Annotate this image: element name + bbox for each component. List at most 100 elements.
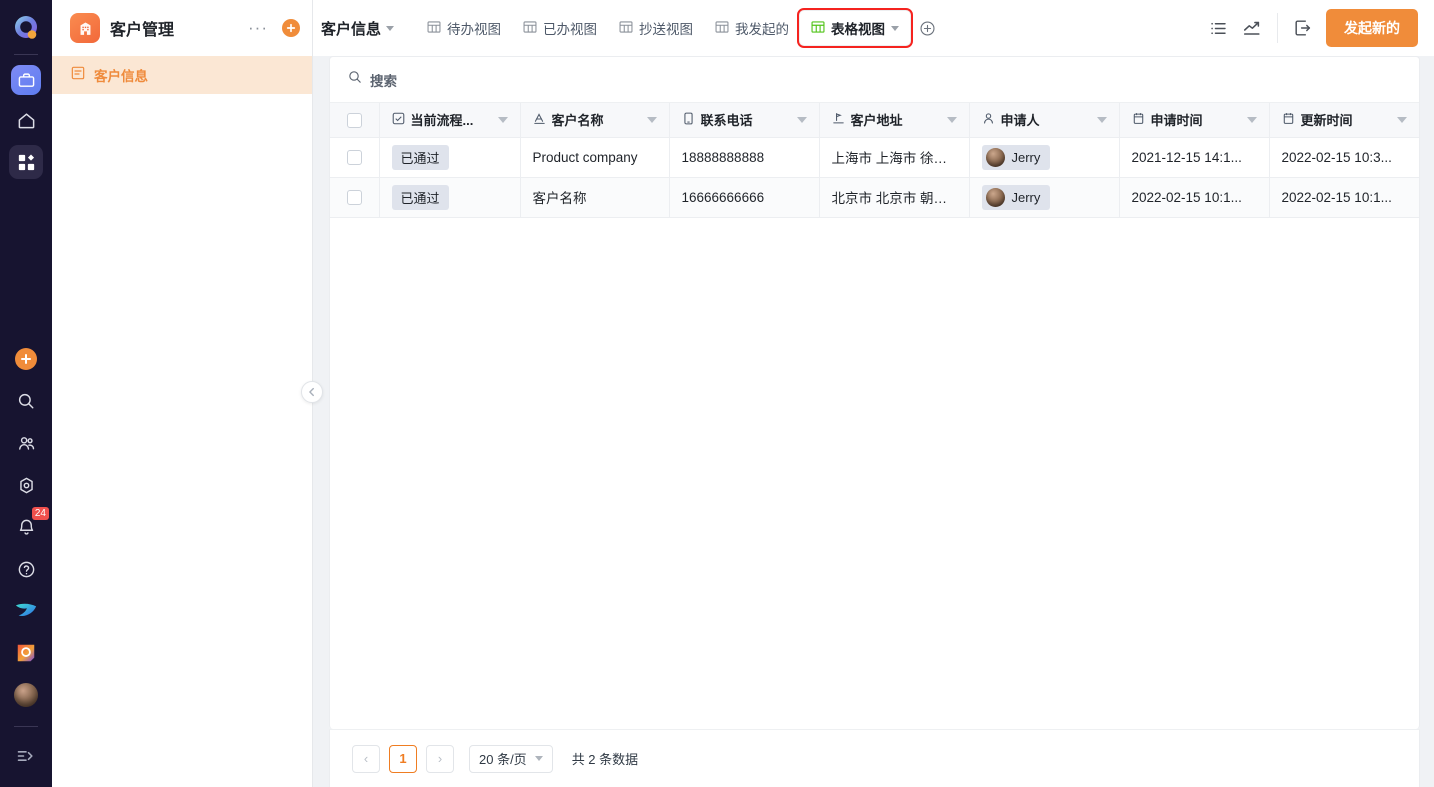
list-view-icon[interactable] — [1201, 11, 1235, 45]
table-icon — [427, 20, 441, 37]
tab-done-view[interactable]: 已办视图 — [512, 11, 608, 45]
tab-label: 待办视图 — [447, 22, 502, 37]
contacts-icon[interactable] — [9, 426, 43, 460]
tab-table-view[interactable]: 表格视图 — [797, 8, 914, 48]
tab-my-initiated[interactable]: 我发起的 — [704, 11, 800, 45]
column-filter-icon[interactable] — [946, 116, 957, 123]
column-header-address[interactable]: 客户地址 — [819, 103, 970, 138]
search-bar[interactable]: 搜索 — [330, 57, 1419, 103]
pagination-bar: ‹ 1 › 20 条/页 共 2 条数据 — [329, 729, 1420, 787]
person-chip: Jerry — [981, 184, 1051, 210]
expand-rail-icon[interactable] — [9, 739, 43, 773]
sidebar-item-label: 客户信息 — [94, 69, 148, 84]
column-filter-icon[interactable] — [1096, 116, 1107, 123]
search-icon[interactable] — [9, 384, 43, 418]
cell-phone: 18888888888 — [669, 137, 820, 178]
avatar — [985, 187, 1005, 207]
address-field-icon — [832, 112, 845, 128]
cell-update-time: 2022-02-15 10:1... — [1269, 177, 1419, 218]
cell-address: 上海市 上海市 徐汇... — [819, 137, 970, 178]
column-filter-icon[interactable] — [1246, 116, 1257, 123]
date-field-icon — [1132, 112, 1145, 128]
column-filter-icon[interactable] — [1396, 116, 1407, 123]
cell-status: 已通过 — [379, 137, 521, 178]
sidebar-add-button[interactable] — [282, 19, 300, 37]
main-region: 客户信息 待办视图 已办视图 抄送视图 我发起的 表格视图 发起新的 搜索 当前… — [313, 0, 1434, 787]
column-header-phone[interactable]: 联系电话 — [669, 103, 820, 138]
table-row[interactable]: 已通过 客户名称 16666666666 北京市 北京市 朝阳... Jerry… — [330, 177, 1419, 218]
column-label: 客户名称 — [551, 113, 604, 129]
sidebar-header: 客户管理 ··· — [52, 0, 312, 56]
column-label: 申请人 — [1000, 113, 1040, 129]
form-icon — [70, 65, 86, 86]
tab-todo-view[interactable]: 待办视图 — [416, 11, 512, 45]
cell-apply-time: 2022-02-15 10:1... — [1119, 177, 1270, 218]
add-icon[interactable] — [9, 342, 43, 376]
cell-update-time: 2022-02-15 10:3... — [1269, 137, 1419, 178]
tab-cc-view[interactable]: 抄送视图 — [608, 11, 704, 45]
column-header-update-time[interactable]: 更新时间 — [1269, 103, 1419, 138]
tab-label: 已办视图 — [543, 22, 598, 37]
help-icon[interactable] — [9, 552, 43, 586]
column-header-status[interactable]: 当前流程... — [379, 103, 521, 138]
home-icon[interactable] — [9, 103, 43, 137]
column-filter-icon[interactable] — [497, 116, 508, 123]
rail-divider-top — [14, 54, 38, 55]
select-all-header[interactable] — [330, 103, 380, 138]
cell-applicant: Jerry — [969, 137, 1120, 178]
chevron-down-icon[interactable] — [891, 25, 900, 31]
avatar — [985, 147, 1005, 167]
next-page-button[interactable]: › — [426, 744, 454, 773]
column-filter-icon[interactable] — [796, 116, 807, 123]
column-filter-icon[interactable] — [646, 116, 657, 123]
apps-grid-icon[interactable] — [9, 145, 43, 179]
page-size-select[interactable]: 20 条/页 — [469, 744, 553, 773]
sidebar-item-customer-info[interactable]: 客户信息 — [52, 56, 312, 94]
current-view-selector[interactable]: 客户信息 — [313, 18, 416, 39]
cell-phone: 16666666666 — [669, 177, 820, 218]
row-checkbox[interactable] — [346, 189, 362, 205]
row-checkbox[interactable] — [346, 149, 362, 165]
column-header-apply-time[interactable]: 申请时间 — [1119, 103, 1270, 138]
q-logo[interactable] — [6, 8, 46, 48]
search-icon — [348, 70, 362, 89]
person-name: Jerry — [1011, 149, 1041, 165]
user-avatar[interactable] — [9, 678, 43, 712]
row-select-cell[interactable] — [330, 137, 380, 178]
toolbar-actions: 发起新的 — [1201, 9, 1418, 47]
building-icon — [70, 13, 100, 43]
add-view-button[interactable] — [914, 15, 940, 41]
page-number-1[interactable]: 1 — [389, 744, 417, 773]
prev-page-button[interactable]: ‹ — [352, 744, 380, 773]
analytics-icon[interactable] — [1235, 11, 1269, 45]
project-sidebar: 客户管理 ··· 客户信息 — [52, 0, 323, 787]
cell-applicant: Jerry — [969, 177, 1120, 218]
date-field-icon — [1282, 112, 1295, 128]
page-size-label: 20 条/页 — [479, 752, 527, 767]
toolbar-divider — [1277, 13, 1278, 43]
search-placeholder: 搜索 — [370, 73, 397, 89]
data-table: 当前流程... 客户名称 联系电话 客户地址 申请人 申请时间 更新时间 已通过… — [330, 103, 1419, 218]
view-tabs: 待办视图 已办视图 抄送视图 我发起的 表格视图 — [416, 8, 1201, 48]
export-icon[interactable] — [1286, 11, 1320, 45]
text-field-icon — [533, 112, 546, 128]
bell-icon[interactable]: 24 — [9, 507, 49, 544]
briefcase-icon[interactable] — [11, 65, 41, 95]
column-label: 申请时间 — [1150, 113, 1203, 129]
select-all-checkbox[interactable] — [346, 112, 362, 128]
app-orange-icon[interactable] — [9, 636, 43, 670]
row-select-cell[interactable] — [330, 177, 380, 218]
sidebar-app-title: 客户管理 — [110, 22, 175, 39]
app-teal-icon[interactable] — [9, 594, 43, 628]
table-icon — [715, 20, 729, 37]
column-header-applicant[interactable]: 申请人 — [969, 103, 1120, 138]
status-badge: 已通过 — [391, 144, 449, 170]
start-new-button[interactable]: 发起新的 — [1326, 9, 1418, 47]
column-header-customer-name[interactable]: 客户名称 — [520, 103, 670, 138]
table-row[interactable]: 已通过 Product company 18888888888 上海市 上海市 … — [330, 137, 1419, 178]
table-icon — [523, 20, 537, 37]
total-count-label: 共 2 条数据 — [571, 752, 639, 767]
sidebar-collapse-button[interactable] — [301, 381, 323, 403]
sidebar-more-button[interactable]: ··· — [244, 18, 272, 38]
settings-icon[interactable] — [9, 468, 43, 502]
